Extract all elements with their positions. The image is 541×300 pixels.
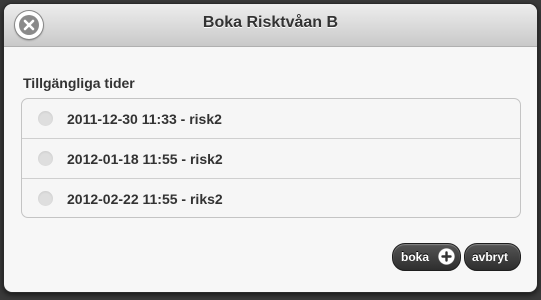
radio-icon[interactable] bbox=[38, 111, 53, 126]
time-list: 2011-12-30 11:33 - risk2 2012-01-18 11:5… bbox=[21, 98, 521, 218]
dialog-title: Boka Risktvåan B bbox=[202, 14, 339, 31]
booking-dialog: Boka Risktvåan B Tillgängliga tider 2011… bbox=[3, 3, 538, 293]
radio-icon[interactable] bbox=[38, 191, 53, 206]
cancel-button-label: avbryt bbox=[472, 250, 509, 264]
book-button-label: boka bbox=[401, 250, 430, 264]
time-option[interactable]: 2011-12-30 11:33 - risk2 bbox=[22, 99, 520, 139]
plus-icon bbox=[438, 248, 455, 265]
time-option[interactable]: 2012-01-18 11:55 - risk2 bbox=[22, 139, 520, 179]
time-option-label: 2012-02-22 11:55 - riks2 bbox=[67, 191, 223, 207]
time-option[interactable]: 2012-02-22 11:55 - riks2 bbox=[22, 179, 520, 217]
dialog-header: Boka Risktvåan B bbox=[4, 4, 537, 47]
time-option-label: 2012-01-18 11:55 - risk2 bbox=[67, 151, 223, 167]
book-button[interactable]: boka bbox=[392, 243, 461, 271]
available-times-label: Tillgängliga tider bbox=[23, 75, 135, 91]
radio-icon[interactable] bbox=[38, 151, 53, 166]
cancel-button[interactable]: avbryt bbox=[464, 243, 521, 271]
time-option-label: 2011-12-30 11:33 - risk2 bbox=[67, 111, 222, 127]
